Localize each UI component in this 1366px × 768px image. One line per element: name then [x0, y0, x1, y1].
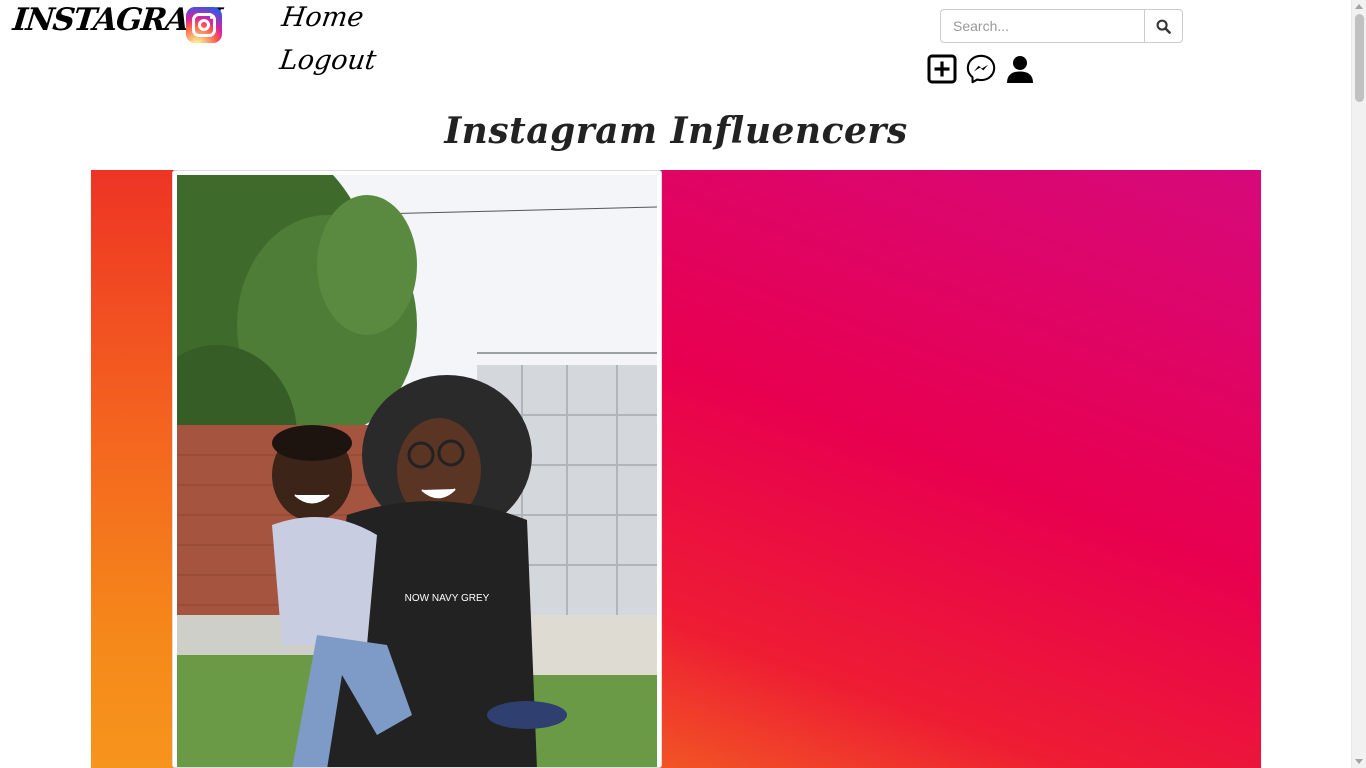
messenger-button[interactable] — [965, 52, 997, 86]
scroll-down-arrow-icon[interactable] — [1355, 759, 1363, 764]
instagram-logo-icon[interactable] — [186, 7, 222, 43]
hero-left-strip — [91, 170, 172, 768]
page-title: Instagram Influencers — [444, 110, 908, 152]
search-icon — [1156, 19, 1171, 34]
search-button[interactable] — [1144, 9, 1183, 43]
page-scrollbar[interactable] — [1351, 0, 1366, 768]
add-post-button[interactable] — [926, 52, 958, 86]
messenger-icon — [966, 54, 996, 84]
hero-banner: NOW NAVY GREY — [91, 170, 1261, 768]
scroll-up-arrow-icon[interactable] — [1355, 4, 1363, 9]
user-profile-button[interactable] — [1004, 52, 1036, 86]
shirt-text: NOW NAVY GREY — [405, 593, 490, 604]
photo-illustration: NOW NAVY GREY — [177, 175, 657, 767]
search-form — [940, 9, 1183, 43]
add-post-icon — [927, 54, 957, 84]
logo-dot — [210, 16, 213, 19]
search-input[interactable] — [940, 9, 1144, 43]
nav-logout-link[interactable]: Logout — [278, 45, 378, 76]
user-profile-icon — [1007, 56, 1033, 83]
scrollbar-thumb[interactable] — [1355, 14, 1364, 102]
featured-photo[interactable]: NOW NAVY GREY — [177, 175, 657, 767]
logo-lens — [198, 19, 210, 31]
nav-home-link[interactable]: Home — [280, 2, 366, 33]
featured-photo-card[interactable]: NOW NAVY GREY — [172, 170, 662, 768]
